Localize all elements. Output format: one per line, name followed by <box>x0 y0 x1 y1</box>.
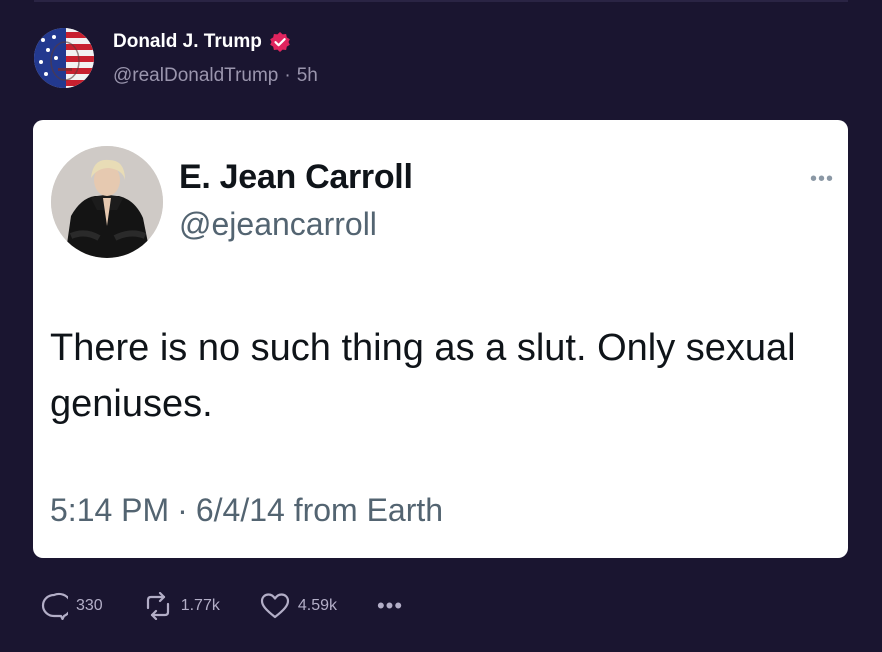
quoted-post-footer: 5:14 PM · 6/4/14 from Earth <box>50 492 443 529</box>
quoted-author-name[interactable]: E. Jean Carroll <box>179 158 413 197</box>
reply-icon <box>40 592 68 620</box>
post-time[interactable]: 5h <box>297 65 318 87</box>
reply-button[interactable]: 330 <box>40 592 103 620</box>
top-divider <box>34 0 848 2</box>
repost-icon <box>143 592 173 620</box>
quoted-footer-separator: · <box>177 492 188 528</box>
repost-count: 1.77k <box>180 597 220 614</box>
quoted-post-time: 5:14 PM <box>50 492 170 528</box>
verified-badge-icon <box>269 31 291 53</box>
more-options-button[interactable]: ••• <box>376 593 404 618</box>
reply-count: 330 <box>76 597 103 614</box>
post-meta: @realDonaldTrump · 5h <box>113 65 318 87</box>
repost-button[interactable]: 1.77k <box>143 592 220 620</box>
quoted-author-avatar[interactable] <box>51 146 163 258</box>
author-name[interactable]: Donald J. Trump <box>113 31 262 53</box>
more-icon: ••• <box>376 593 404 618</box>
author-row: Donald J. Trump <box>113 31 318 53</box>
author-avatar[interactable] <box>34 28 94 88</box>
meta-separator: · <box>284 65 291 86</box>
quoted-post-card[interactable]: E. Jean Carroll @ejeancarroll ••• There … <box>33 120 848 558</box>
like-button[interactable]: 4.59k <box>260 592 337 620</box>
action-bar: 330 1.77k 4.59k ••• <box>40 590 443 622</box>
quoted-author-handle[interactable]: @ejeancarroll <box>179 206 377 243</box>
author-block: Donald J. Trump @realDonaldTrump · 5h <box>113 31 318 87</box>
author-handle[interactable]: @realDonaldTrump <box>113 65 278 87</box>
quoted-post-text: There is no such thing as a slut. Only s… <box>50 327 796 425</box>
post-header: Donald J. Trump @realDonaldTrump · 5h <box>34 28 318 88</box>
heart-icon <box>260 592 290 620</box>
quoted-post-date: 6/4/14 from Earth <box>195 492 444 528</box>
quoted-more-icon[interactable]: ••• <box>810 169 834 189</box>
like-count: 4.59k <box>297 597 337 614</box>
